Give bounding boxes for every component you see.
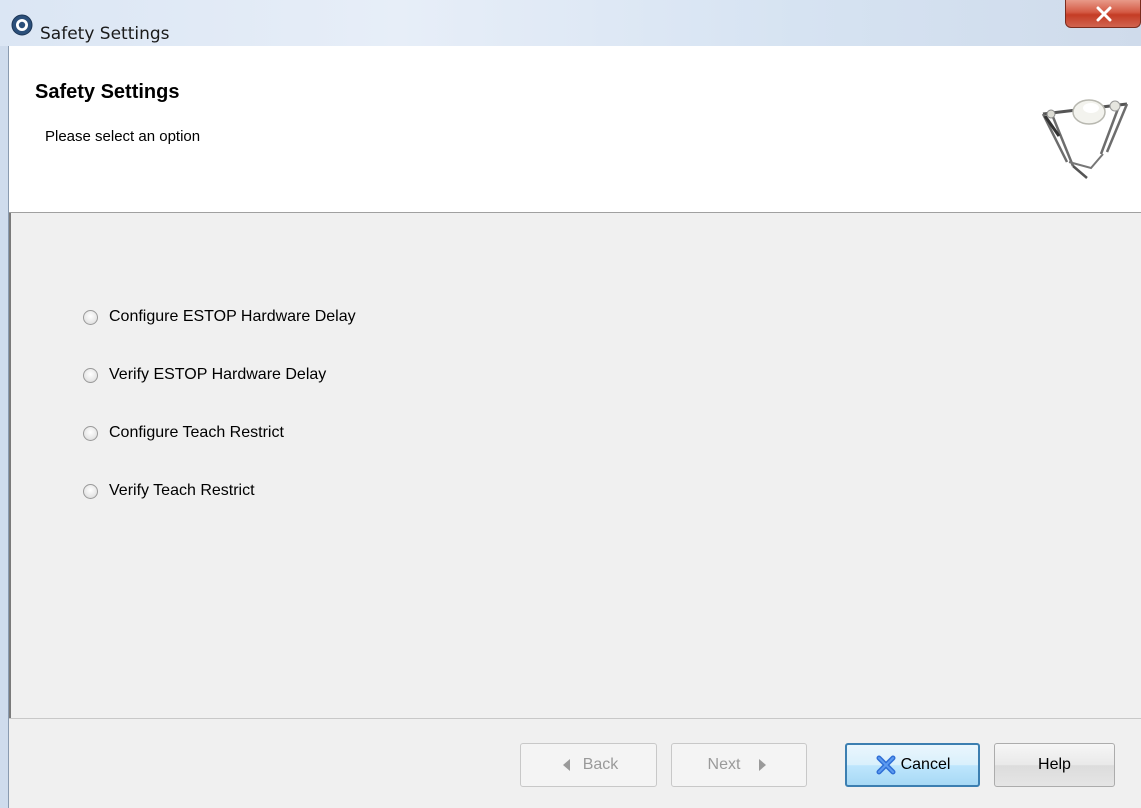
next-button-label: Next bbox=[707, 756, 741, 773]
option-label: Verify Teach Restrict bbox=[109, 482, 255, 499]
dialog-client-area: Safety Settings Please select an option bbox=[8, 46, 1141, 808]
radio-button[interactable] bbox=[83, 483, 98, 499]
close-button[interactable] bbox=[1065, 0, 1141, 28]
option-configure-estop-hardware-delay[interactable]: Configure ESTOP Hardware Delay bbox=[83, 305, 356, 329]
cancel-x-icon bbox=[876, 755, 896, 775]
cancel-button-label: Cancel bbox=[900, 756, 951, 773]
page-title: Safety Settings bbox=[35, 81, 180, 103]
page-subtitle: Please select an option bbox=[45, 128, 201, 145]
back-arrow-icon bbox=[562, 759, 570, 771]
next-button[interactable]: Next bbox=[671, 743, 807, 787]
option-label: Configure ESTOP Hardware Delay bbox=[109, 308, 356, 325]
safety-settings-window: Safety Settings Safety Settings Please s… bbox=[0, 0, 1141, 808]
delta-robot-logo bbox=[1041, 99, 1129, 179]
option-verify-teach-restrict[interactable]: Verify Teach Restrict bbox=[83, 479, 255, 503]
back-button-label: Back bbox=[582, 756, 619, 773]
option-label: Configure Teach Restrict bbox=[109, 424, 284, 441]
wizard-header: Safety Settings Please select an option bbox=[9, 46, 1141, 213]
help-button-label: Help bbox=[1038, 756, 1071, 773]
option-configure-teach-restrict[interactable]: Configure Teach Restrict bbox=[83, 421, 284, 445]
radio-button[interactable] bbox=[83, 309, 98, 325]
app-icon[interactable] bbox=[11, 14, 33, 36]
radio-button[interactable] bbox=[83, 425, 98, 441]
option-verify-estop-hardware-delay[interactable]: Verify ESTOP Hardware Delay bbox=[83, 363, 326, 387]
option-label: Verify ESTOP Hardware Delay bbox=[109, 366, 327, 383]
radio-button[interactable] bbox=[83, 367, 98, 383]
options-panel: Configure ESTOP Hardware Delay Verify ES… bbox=[9, 213, 1141, 719]
title-bar[interactable]: Safety Settings bbox=[0, 0, 1141, 46]
help-button[interactable]: Help bbox=[994, 743, 1115, 787]
close-icon bbox=[1096, 6, 1112, 22]
window-title: Safety Settings bbox=[40, 24, 170, 44]
next-arrow-icon bbox=[759, 759, 767, 771]
cancel-button[interactable]: Cancel bbox=[845, 743, 980, 787]
button-bar: Back Next Cancel Help bbox=[9, 718, 1141, 808]
back-button[interactable]: Back bbox=[520, 743, 657, 787]
